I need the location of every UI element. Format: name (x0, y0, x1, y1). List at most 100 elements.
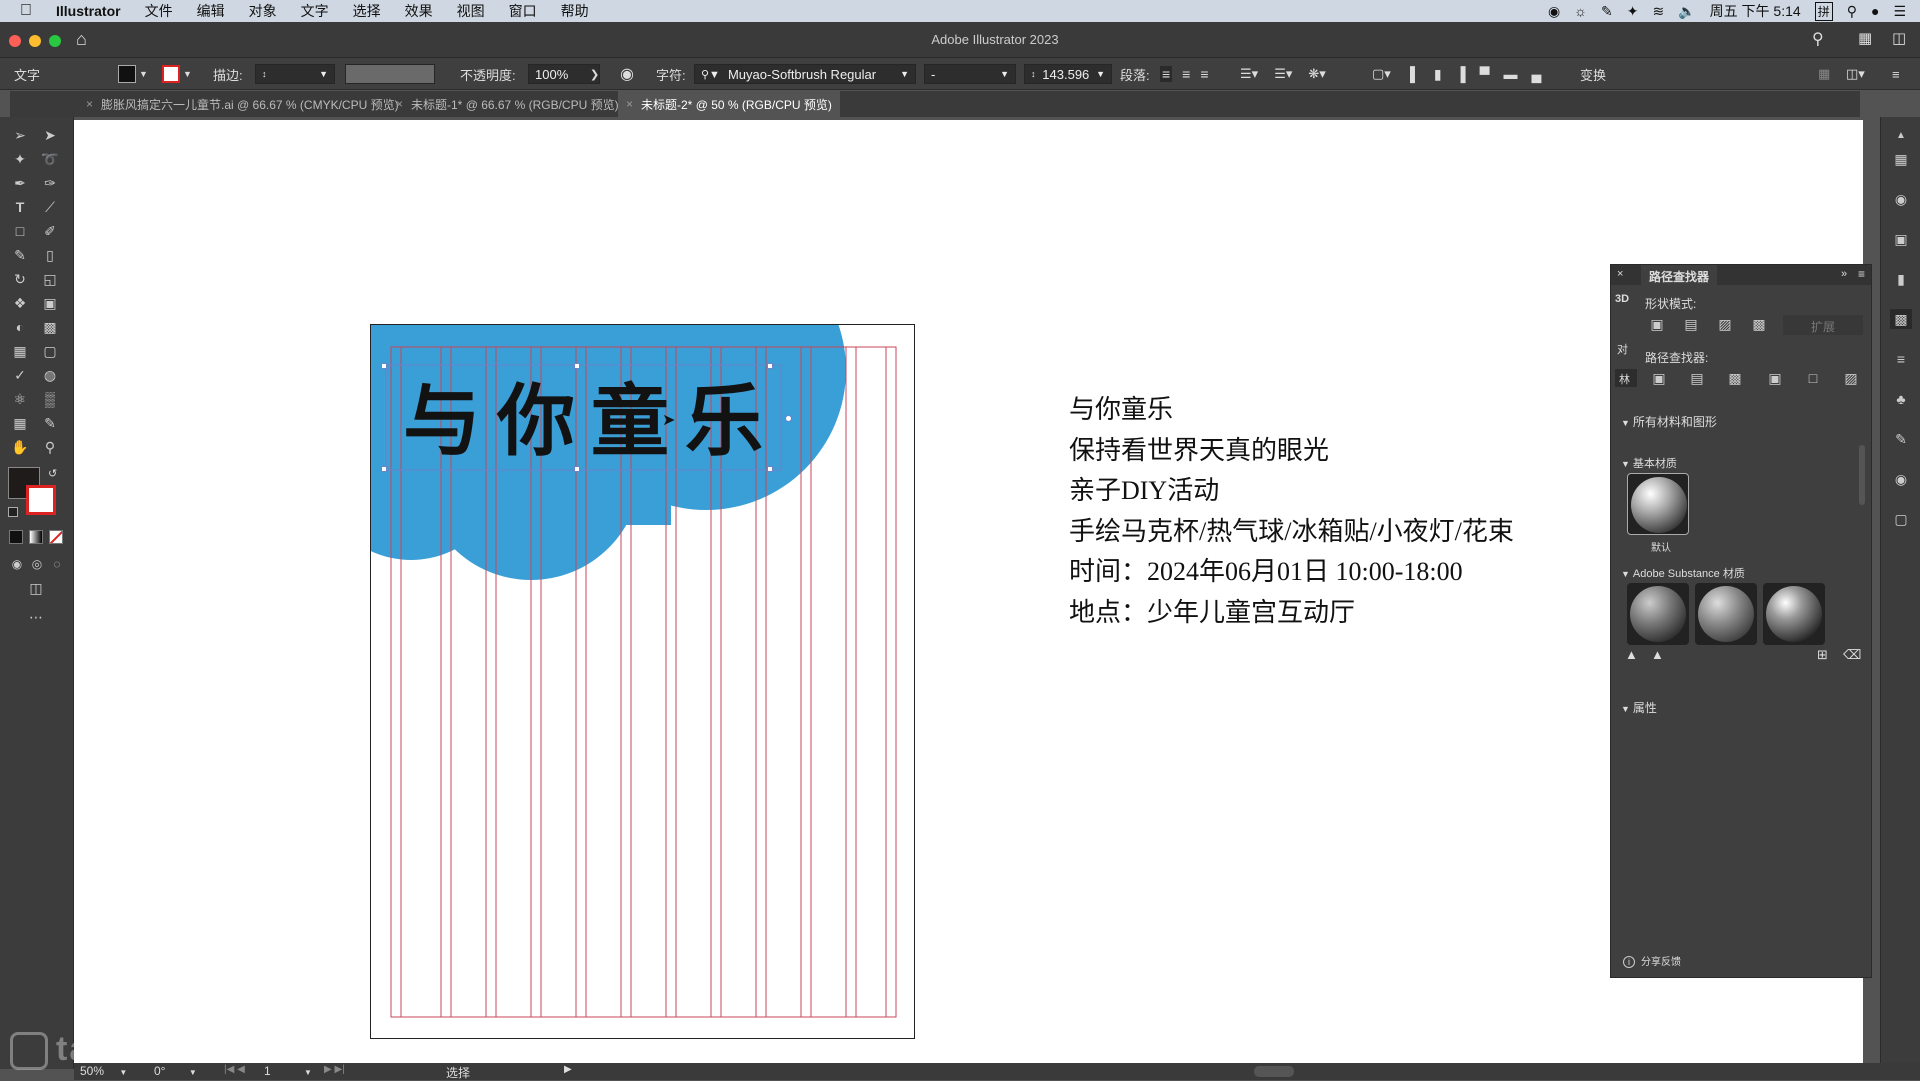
transform-label[interactable]: 变换 (1580, 58, 1606, 90)
menu-help[interactable]: 帮助 (549, 1, 601, 21)
status-mode[interactable]: 选择 (446, 1064, 470, 1081)
menu-view[interactable]: 视图 (445, 1, 497, 21)
3d-tab[interactable]: 3D (1615, 293, 1629, 305)
minus-back-icon[interactable]: ▨ (1841, 369, 1861, 387)
text-threading-port[interactable] (785, 415, 792, 422)
transform-panel-icon[interactable]: ▣ (1890, 229, 1912, 249)
status-menu-icon[interactable]: ▶ (564, 1064, 572, 1075)
transform-tab[interactable]: 林 (1615, 369, 1637, 387)
symbol-sprayer-tool-icon[interactable]: ⚛ (9, 389, 31, 409)
horizontal-scrollbar[interactable] (1254, 1066, 1294, 1077)
intersect-icon[interactable]: ▨ (1715, 315, 1735, 333)
rectangle-tool-icon[interactable]: □ (9, 221, 31, 241)
direct-selection-tool-icon[interactable]: ➤ (39, 125, 61, 145)
edit-toolbar-icon[interactable]: ⋯ (25, 607, 47, 627)
eyedropper-tool-icon[interactable]: ✓ (9, 365, 31, 385)
paintbrush-tool-icon[interactable]: ✐ (39, 221, 61, 241)
recolor-icon[interactable]: ◉ (620, 58, 634, 90)
perspective-grid-tool-icon[interactable]: ▩ (39, 317, 61, 337)
stroke-color-box[interactable] (26, 485, 56, 515)
pen-tool-icon[interactable]: ✒ (9, 173, 31, 193)
free-transform-tool-icon[interactable]: ▣ (39, 293, 61, 313)
basic-materials-section[interactable]: ▼ 基本材质 (1621, 455, 1677, 471)
numbering-icon[interactable]: ☰▾ (1274, 66, 1292, 82)
none-mode-icon[interactable] (49, 530, 63, 544)
menu-edit[interactable]: 编辑 (185, 1, 237, 21)
minus-front-icon[interactable]: ▤ (1681, 315, 1701, 333)
poster-headline[interactable]: 与你童乐 (403, 377, 779, 467)
apple-icon[interactable]:  (0, 2, 44, 20)
selection-handle[interactable] (381, 466, 387, 472)
screen-mode-icon[interactable]: ◫ (25, 578, 47, 598)
isolate-icon[interactable]: ▦ (1818, 58, 1830, 90)
properties-section[interactable]: ▼ 属性 (1621, 699, 1657, 716)
merge-icon[interactable]: ▩ (1725, 369, 1745, 387)
crop-icon[interactable]: ▣ (1765, 369, 1785, 387)
substance-materials-section[interactable]: ▼ Adobe Substance 材质 (1621, 565, 1745, 581)
graph-tool-icon[interactable]: ▒ (39, 389, 61, 409)
unite-icon[interactable]: ▣ (1647, 315, 1667, 333)
stroke-width-input[interactable]: ↕ ▼ (255, 58, 335, 90)
selection-handle[interactable] (574, 466, 580, 472)
zoom-level-select[interactable]: 50% ▼ (80, 1064, 130, 1078)
magic-wand-tool-icon[interactable]: ✦ (9, 149, 31, 169)
menu-type[interactable]: 文字 (289, 1, 341, 21)
creative-cloud-icon[interactable]: ☼ (1574, 3, 1587, 19)
align-vertical-center-icon[interactable]: ▬ (1503, 66, 1517, 82)
shape-builder-tool-icon[interactable]: ◐ (9, 317, 31, 337)
properties-panel-icon[interactable]: ▦ (1890, 149, 1912, 169)
close-panel-icon[interactable]: × (1617, 268, 1623, 280)
draw-behind-icon[interactable]: ◎ (26, 554, 48, 574)
close-tab-icon[interactable]: × (396, 97, 403, 111)
scroll-up-icon[interactable]: ▲ (1890, 125, 1912, 145)
menu-object[interactable]: 对象 (237, 1, 289, 21)
close-tab-icon[interactable]: × (626, 97, 633, 111)
doc-tab-1[interactable]: × 膨胀风搞定六一儿童节.ai @ 66.67 % (CMYK/CPU 预览) (78, 91, 407, 117)
selection-handle[interactable] (574, 363, 580, 369)
collapse-panel-icon[interactable]: » (1841, 268, 1847, 280)
menu-window[interactable]: 窗口 (497, 1, 549, 21)
spotlight-icon[interactable]: ⚲ (1847, 3, 1857, 20)
eraser-tool-icon[interactable]: ▯ (39, 245, 61, 265)
selection-handle[interactable] (767, 466, 773, 472)
siri-icon[interactable]: ● (1871, 3, 1879, 19)
trash-icon[interactable]: ⌫ (1843, 647, 1861, 663)
symbols-panel-icon[interactable]: ♣ (1890, 389, 1912, 409)
swap-colors-icon[interactable]: ↺ (48, 467, 57, 480)
color-mode-icon[interactable] (9, 530, 23, 544)
chevron-right-icon[interactable]: ❯ (590, 58, 599, 90)
panel-menu-icon[interactable]: ≡ (1858, 267, 1865, 281)
pathfinder-panel-icon[interactable]: ▩ (1890, 309, 1912, 329)
hand-tool-icon[interactable]: ✋ (9, 437, 31, 457)
fill-swatch[interactable]: ▼ (118, 58, 148, 90)
selection-tool-icon[interactable]: ➢ (9, 125, 31, 145)
zoom-tool-icon[interactable]: ⚲ (39, 437, 61, 457)
blend-tool-icon[interactable]: ◍ (39, 365, 61, 385)
pathfinder-tab[interactable]: 路径查找器 (1641, 265, 1718, 285)
align-center-icon[interactable]: ≡ (1182, 66, 1190, 82)
panel-options-icon[interactable]: ◫▾ (1846, 58, 1865, 90)
default-colors-icon[interactable] (8, 507, 18, 517)
expand-button[interactable]: 扩展 (1783, 315, 1863, 335)
align-tab[interactable]: 对 (1617, 341, 1628, 357)
slice-tool-icon[interactable]: ✎ (39, 413, 61, 433)
menu-clock[interactable]: 周五 下午 5:14 (1710, 1, 1801, 21)
menu-effect[interactable]: 效果 (393, 1, 445, 21)
appearance-panel-icon[interactable]: ◉ (1890, 189, 1912, 209)
type-tool-icon[interactable]: T (9, 197, 31, 217)
share-feedback-link[interactable]: i 分享反馈 (1623, 953, 1681, 968)
menu-lines-icon[interactable]: ≡ (1892, 58, 1900, 90)
network-icon[interactable]: ✦ (1627, 3, 1639, 20)
artboard-number[interactable]: 1 ▼ (264, 1064, 312, 1078)
color-panel-icon[interactable]: ◉ (1890, 469, 1912, 489)
artboard-nav-icons[interactable]: |◀ ◀ (224, 1064, 245, 1075)
trim-icon[interactable]: ▤ (1687, 369, 1707, 387)
brushes-panel-icon[interactable]: ✎ (1890, 429, 1912, 449)
transform-box-icon[interactable]: ▢▾ (1372, 58, 1391, 90)
pen-tablet-icon[interactable]: ✎ (1601, 3, 1613, 20)
lasso-tool-icon[interactable]: ➰ (39, 149, 61, 169)
selection-handle[interactable] (381, 363, 387, 369)
font-family-select[interactable]: ⚲▼ Muyao-Softbrush Regular ▼ (694, 58, 916, 90)
selection-handle[interactable] (767, 363, 773, 369)
substance-material-swatch[interactable] (1627, 583, 1689, 645)
